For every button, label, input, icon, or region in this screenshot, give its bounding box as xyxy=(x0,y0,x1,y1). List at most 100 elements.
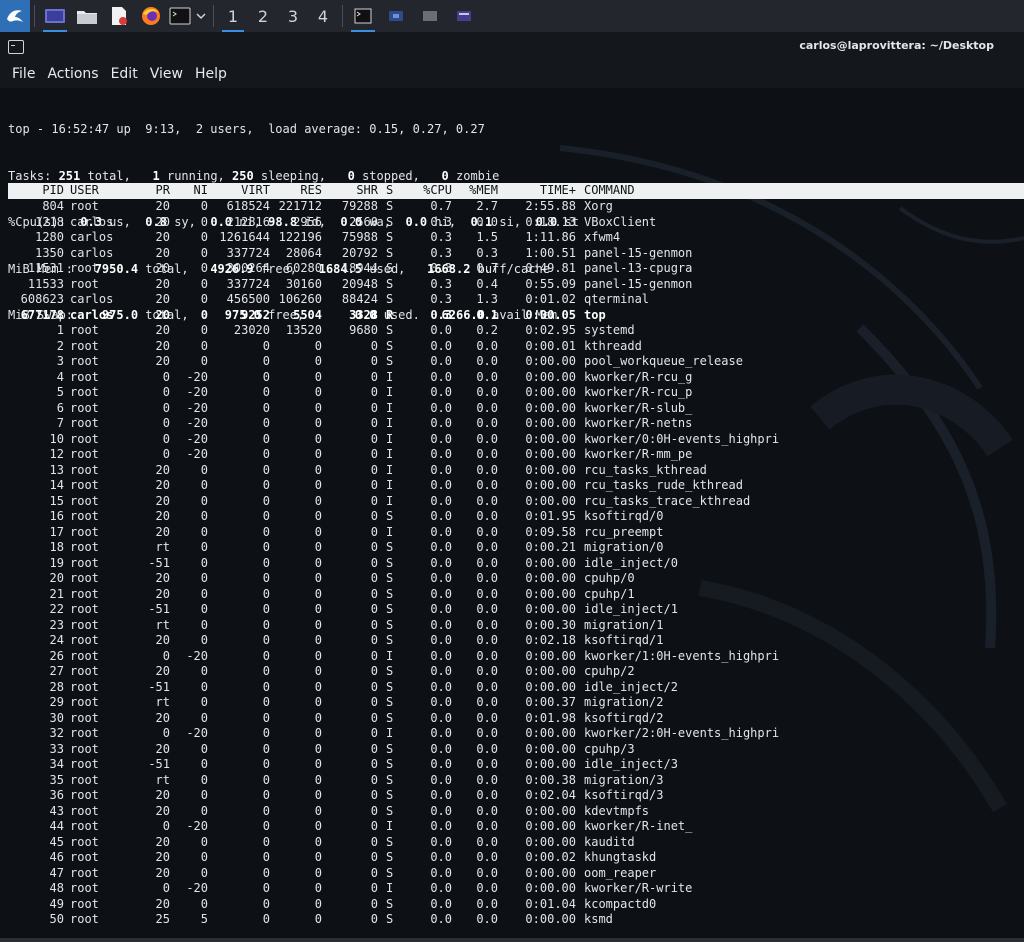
cell-time: 0:00.00 xyxy=(525,664,576,678)
cell-nice: 0 xyxy=(200,664,208,678)
cell-priority: -51 xyxy=(148,555,170,570)
cell-state: S xyxy=(386,602,394,616)
cell-mem: 0.0 xyxy=(476,462,498,477)
taskbar-window-4[interactable] xyxy=(447,0,481,32)
cell-time: 0:00.00 xyxy=(525,819,576,833)
table-row: 47 root 20 0 0 0 0 S 0.0 0.0 0:00.00 oom_reaper xyxy=(8,866,779,882)
show-desktop-button[interactable] xyxy=(39,0,71,32)
cell-pid: 1 xyxy=(56,323,64,337)
cell-shr: 18944 xyxy=(341,261,378,275)
cell-priority: 0 xyxy=(162,726,170,740)
cell-time: 0:00.37 xyxy=(525,695,576,709)
menu-help[interactable]: Help xyxy=(189,66,233,82)
cell-priority: -51 xyxy=(148,602,170,616)
cell-user: root xyxy=(70,540,99,554)
cell-pid: 1218 xyxy=(35,214,64,229)
cell-virt: 0 xyxy=(262,478,270,492)
col-mem: %MEM xyxy=(469,183,498,197)
cell-state: I xyxy=(386,726,394,740)
cell-time: 0:00.00 xyxy=(525,803,576,818)
cell-nice: 0 xyxy=(200,261,208,275)
table-row: 28 root -51 0 0 0 0 S 0.0 0.0 0:00.00 idle_inject/2 xyxy=(8,680,779,696)
cell-mem: 0.0 xyxy=(476,214,498,229)
table-row: 49 root 20 0 0 0 0 S 0.0 0.0 0:01.04 kcompactd0 xyxy=(8,897,779,913)
window-titlebar[interactable]: carlos@laprovittera: ~/Desktop xyxy=(0,32,1024,60)
cell-mem: 0.0 xyxy=(476,369,498,384)
cell-virt: 0 xyxy=(262,462,270,477)
workspace-label: 1 xyxy=(227,6,239,26)
taskbar-terminal-window[interactable] xyxy=(347,0,379,32)
menu-actions[interactable]: Actions xyxy=(41,66,104,82)
cell-user: root xyxy=(70,834,99,849)
cell-command: pool_workqueue_release xyxy=(584,354,743,368)
cell-nice: 0 xyxy=(200,245,208,260)
cell-virt: 0 xyxy=(262,803,270,818)
cell-virt: 0 xyxy=(262,912,270,926)
cell-time: 0:02.18 xyxy=(525,633,576,647)
cell-priority: 20 xyxy=(155,664,170,678)
kali-menu-button[interactable] xyxy=(0,0,30,32)
workspace-label: 4 xyxy=(317,6,329,26)
cell-command: kworker/2:0H-events_highpri xyxy=(584,726,780,740)
cell-user: root xyxy=(70,524,99,539)
workspace-3[interactable]: 3 xyxy=(278,0,308,32)
cell-virt: 0 xyxy=(262,633,270,647)
cell-state: S xyxy=(386,323,394,337)
firefox-icon xyxy=(142,7,160,25)
cell-virt: 0 xyxy=(262,447,270,461)
cell-res: 0 xyxy=(314,369,322,384)
cell-command: cpuhp/1 xyxy=(584,586,635,601)
cell-res: 60280 xyxy=(285,261,322,275)
menu-edit[interactable]: Edit xyxy=(105,66,144,82)
table-row: 2 root 20 0 0 0 0 S 0.0 0.0 0:00.01 kthreadd xyxy=(8,339,779,355)
cell-command: idle_inject/0 xyxy=(584,555,678,570)
table-row: 46 root 20 0 0 0 0 S 0.0 0.0 0:00.02 khungtaskd xyxy=(8,850,779,866)
cell-cpu: 0.0 xyxy=(430,757,452,771)
workspace-2[interactable]: 2 xyxy=(248,0,278,32)
cell-shr: 0 xyxy=(370,726,378,740)
cell-state: S xyxy=(386,555,394,570)
cell-cpu: 0.0 xyxy=(430,648,452,663)
cell-virt: 0 xyxy=(262,493,270,508)
workspace-1[interactable]: 1 xyxy=(218,0,248,32)
cell-res: 0 xyxy=(314,416,322,430)
cell-shr: 3328 xyxy=(349,307,378,322)
cell-mem: 0.0 xyxy=(476,881,498,895)
cell-time: 0:18.13 xyxy=(525,214,576,229)
cell-state: I xyxy=(386,478,394,492)
taskbar-window-3[interactable] xyxy=(413,0,447,32)
firefox-launcher[interactable] xyxy=(135,0,167,32)
table-row: 6 root 0 -20 0 0 0 I 0.0 0.0 0:00.00 kworker/R-slub… xyxy=(8,401,779,417)
cell-priority: -51 xyxy=(148,679,170,694)
cell-priority: 20 xyxy=(155,896,170,911)
text-editor-launcher[interactable] xyxy=(103,0,135,32)
menu-file[interactable]: File xyxy=(6,66,41,82)
terminal-launcher[interactable] xyxy=(167,0,193,32)
cell-virt: 0 xyxy=(262,741,270,756)
cell-state: S xyxy=(386,834,394,849)
text-editor-icon xyxy=(112,7,127,25)
col-ni: NI xyxy=(193,183,208,197)
panel-separator xyxy=(34,5,35,27)
table-row: 13 root 20 0 0 0 0 I 0.0 0.0 0:00.00 rcu_tasks_kthr… xyxy=(8,463,779,479)
cell-virt: 0 xyxy=(262,354,270,368)
top-panel: 1 2 3 4 xyxy=(0,0,1024,32)
cell-time: 0:00.00 xyxy=(525,493,576,508)
menu-view[interactable]: View xyxy=(144,66,189,82)
cell-cpu: 0.0 xyxy=(430,803,452,818)
terminal-launcher-dropdown[interactable] xyxy=(193,0,209,32)
terminal-area[interactable]: top - 16:52:47 up 9:13, 2 users, load av… xyxy=(0,88,1024,938)
col-virt: VIRT xyxy=(241,183,270,197)
cell-user: root xyxy=(70,896,99,911)
cell-pid: 1280 xyxy=(35,230,64,244)
cell-cpu: 0.0 xyxy=(430,710,452,725)
cell-state: S xyxy=(386,664,394,678)
cell-command: cpuhp/0 xyxy=(584,571,635,585)
cell-priority: 20 xyxy=(155,245,170,260)
file-manager-launcher[interactable] xyxy=(71,0,103,32)
cell-command: top xyxy=(584,307,606,322)
taskbar-window-2[interactable] xyxy=(379,0,413,32)
cell-pid: 13 xyxy=(49,462,64,477)
workspace-4[interactable]: 4 xyxy=(308,0,338,32)
menu-bar: File Actions Edit View Help xyxy=(0,60,1024,88)
